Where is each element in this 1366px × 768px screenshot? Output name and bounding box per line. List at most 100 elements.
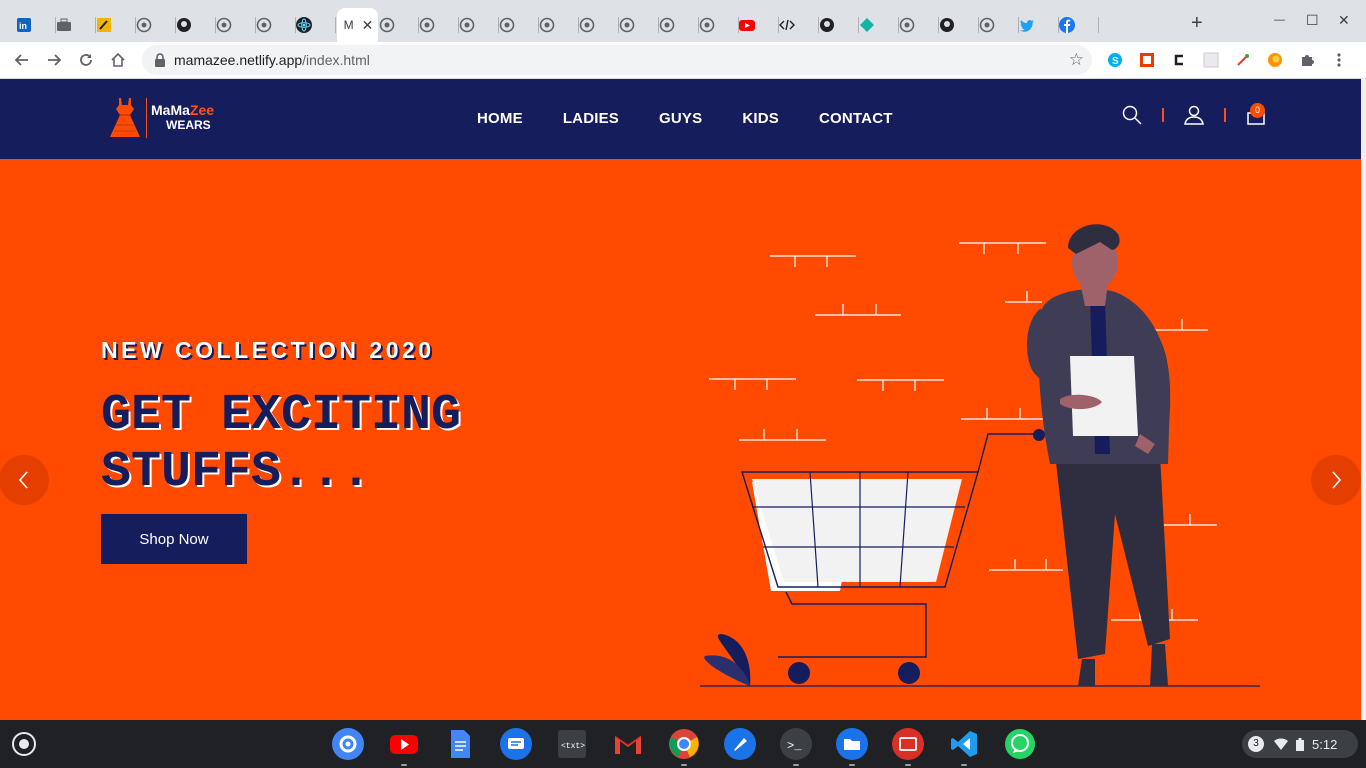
- tab[interactable]: [419, 8, 459, 42]
- globe-icon: [539, 17, 555, 33]
- svg-text:in: in: [19, 21, 27, 31]
- docs-icon[interactable]: [444, 728, 476, 760]
- running-indicator: [681, 764, 687, 766]
- text-editor-icon[interactable]: <txt>: [556, 728, 588, 760]
- firefox-extension-icon[interactable]: [1266, 51, 1284, 69]
- paint-icon[interactable]: [724, 728, 756, 760]
- clock-time: 5:12: [1312, 736, 1338, 752]
- bookmark-star-icon[interactable]: ☆: [1069, 50, 1084, 70]
- status-tray[interactable]: 3 5:12: [1242, 730, 1358, 758]
- tab-close-icon[interactable]: ✕: [362, 17, 374, 34]
- hero-title-line-1: GET EXCITING: [101, 387, 462, 444]
- tab[interactable]: [379, 8, 419, 42]
- github-icon: [939, 17, 955, 33]
- whatsapp-icon[interactable]: [1004, 728, 1036, 760]
- puzzle-extensions-icon[interactable]: [1298, 51, 1316, 69]
- os-shelf: <txt> >_ 3 5:12: [0, 720, 1366, 768]
- tab[interactable]: [739, 8, 779, 42]
- nav-ladies[interactable]: LADIES: [563, 110, 619, 127]
- nav-kids[interactable]: KIDS: [742, 110, 779, 127]
- header-divider: [1224, 108, 1226, 122]
- main-nav: HOME LADIES GUYS KIDS CONTACT: [477, 110, 933, 127]
- skype-extension-icon[interactable]: S: [1106, 51, 1124, 69]
- address-bar[interactable]: mamazee.netlify.app/index.html ☆: [142, 45, 1092, 75]
- tab[interactable]: [176, 8, 216, 42]
- chevron-right-icon: [1332, 471, 1342, 489]
- reload-button[interactable]: [75, 49, 97, 71]
- grid-extension-icon[interactable]: [1202, 51, 1220, 69]
- home-icon: [111, 52, 125, 67]
- launcher-button[interactable]: [12, 732, 36, 756]
- tab[interactable]: [699, 8, 739, 42]
- tab[interactable]: [1019, 8, 1059, 42]
- linkedin-icon: in: [16, 17, 32, 33]
- globe-icon: [136, 17, 152, 33]
- shop-now-button[interactable]: Shop Now: [101, 514, 247, 564]
- browser-tab-strip: in M ✕ + — ☐ ✕: [0, 0, 1366, 42]
- tab[interactable]: [56, 8, 96, 42]
- github-icon: [176, 17, 192, 33]
- tab[interactable]: in: [16, 8, 56, 42]
- tab[interactable]: [136, 8, 176, 42]
- home-button[interactable]: [107, 49, 129, 71]
- terminal-icon[interactable]: >_: [780, 728, 812, 766]
- globe-icon: [979, 17, 995, 33]
- user-icon[interactable]: [1184, 105, 1204, 125]
- site-header: MaMaZee WEARS HOME LADIES GUYS KIDS CONT…: [0, 79, 1361, 159]
- tab[interactable]: [96, 8, 136, 42]
- nav-contact[interactable]: CONTACT: [819, 110, 893, 127]
- browser-menu-icon[interactable]: [1330, 51, 1348, 69]
- site-logo[interactable]: MaMaZee WEARS: [108, 97, 214, 139]
- tab[interactable]: [499, 8, 539, 42]
- messages-icon[interactable]: [500, 728, 532, 760]
- tab[interactable]: [619, 8, 659, 42]
- carousel-next-button[interactable]: [1311, 455, 1361, 505]
- globe-icon: [619, 17, 635, 33]
- code-icon: [779, 17, 795, 33]
- tab[interactable]: [899, 8, 939, 42]
- vscode-icon[interactable]: [948, 728, 980, 766]
- chrome-icon[interactable]: [668, 728, 700, 766]
- search-icon[interactable]: [1122, 105, 1142, 125]
- tab[interactable]: [539, 8, 579, 42]
- tab[interactable]: [579, 8, 619, 42]
- tab-active[interactable]: M ✕: [337, 8, 378, 42]
- globe-icon: [899, 17, 915, 33]
- logo-divider: [146, 98, 147, 138]
- nav-home[interactable]: HOME: [477, 110, 523, 127]
- nav-guys[interactable]: GUYS: [659, 110, 702, 127]
- tab[interactable]: [296, 8, 336, 42]
- tab[interactable]: [779, 8, 819, 42]
- screencast-icon[interactable]: [892, 728, 924, 766]
- tab[interactable]: [216, 8, 256, 42]
- gmail-icon[interactable]: [612, 728, 644, 760]
- tab[interactable]: [1059, 8, 1099, 42]
- hero-banner: NEW COLLECTION 2020 GET EXCITING STUFFS.…: [0, 159, 1361, 720]
- twitter-icon: [1019, 17, 1035, 33]
- forward-button[interactable]: [43, 49, 65, 71]
- carousel-prev-button[interactable]: [0, 455, 49, 505]
- color-picker-extension-icon[interactable]: [1234, 51, 1252, 69]
- settings-icon[interactable]: [332, 728, 364, 760]
- page-scrollbar[interactable]: [1361, 79, 1366, 720]
- tab[interactable]: [459, 8, 499, 42]
- tab[interactable]: [939, 8, 979, 42]
- tab[interactable]: [256, 8, 296, 42]
- globe-icon: [379, 17, 395, 33]
- hero-title-line-2: STUFFS...: [101, 444, 372, 501]
- tab[interactable]: [979, 8, 1019, 42]
- files-icon[interactable]: [836, 728, 868, 766]
- tab[interactable]: [819, 8, 859, 42]
- minimize-button[interactable]: —: [1274, 14, 1285, 26]
- tab[interactable]: [859, 8, 899, 42]
- tab[interactable]: [659, 8, 699, 42]
- codecademy-extension-icon[interactable]: [1170, 51, 1188, 69]
- office-extension-icon[interactable]: [1138, 51, 1156, 69]
- svg-text:>_: >_: [787, 739, 802, 753]
- globe-icon: [459, 17, 475, 33]
- back-button[interactable]: [11, 49, 33, 71]
- maximize-button[interactable]: ☐: [1306, 12, 1319, 29]
- new-tab-button[interactable]: +: [1191, 13, 1203, 33]
- close-window-button[interactable]: ✕: [1338, 12, 1350, 29]
- youtube-app-icon[interactable]: [388, 728, 420, 766]
